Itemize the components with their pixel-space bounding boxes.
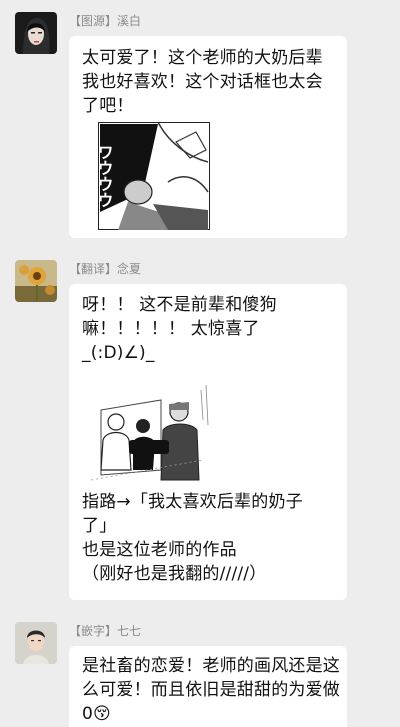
- manga-sfx-text: ワウウウ: [98, 144, 114, 208]
- message-text-block: 指路→「我太喜欢后辈的奶子了」 也是这位老师的作品 （刚好也是我翻的/////）: [82, 490, 322, 586]
- sender-tag: 【图源】: [69, 14, 118, 28]
- message-bubble[interactable]: 是社畜的恋爱！老师的画风还是这么可爱！而且依旧是甜甜的为爱做0😚: [69, 646, 347, 727]
- message-text: 指路→「我太喜欢后辈的奶子了」: [82, 492, 303, 536]
- avatar[interactable]: [15, 12, 57, 54]
- manga-characters-image[interactable]: [81, 380, 213, 483]
- sender-tag: 【翻译】: [69, 262, 118, 276]
- manga-panel-image[interactable]: ワウウウ: [98, 122, 210, 230]
- message-bubble[interactable]: 太可爱了！这个老师的大奶后辈我也好喜欢！这个对话框也太会了吧！ ワウウウ: [69, 36, 347, 238]
- message-text: 太可爱了！这个老师的大奶后辈我也好喜欢！这个对话框也太会了吧！: [82, 48, 323, 116]
- message-text: 呀！！ 这不是前辈和傻狗嘛！！！！！ 太惊喜了_(:D)∠)_: [82, 295, 277, 363]
- sender-line: 【翻译】念夏: [69, 260, 141, 277]
- avatar[interactable]: [15, 260, 57, 302]
- sender-tag: 【嵌字】: [69, 624, 118, 638]
- sender-name: 溪白: [117, 14, 142, 28]
- message-text: 是社畜的恋爱！老师的画风还是这么可爱！而且依旧是甜甜的为爱做0😚: [82, 656, 340, 724]
- sender-name: 七七: [117, 624, 142, 638]
- message-text: （刚好也是我翻的/////）: [82, 564, 267, 584]
- message-text: 也是这位老师的作品: [82, 540, 237, 560]
- sender-line: 【图源】溪白: [69, 12, 141, 29]
- message-bubble[interactable]: 呀！！ 这不是前辈和傻狗嘛！！！！！ 太惊喜了_(:D)∠)_ 指路→「我太喜欢…: [69, 284, 347, 600]
- avatar[interactable]: [15, 622, 57, 664]
- sender-line: 【嵌字】七七: [69, 622, 141, 639]
- sender-name: 念夏: [117, 262, 142, 276]
